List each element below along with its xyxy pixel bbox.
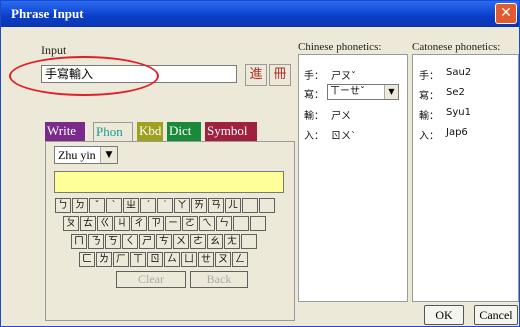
zhuyin-key[interactable]: ㄇ [71,234,87,249]
book-icon: 冊 [273,67,287,82]
yue-phon-1: Sau2 [446,67,472,78]
zhuyin-key[interactable]: ㄞ [191,198,207,213]
cn-char-4: 入： [304,131,324,142]
ok-button[interactable]: OK [424,305,464,325]
tab-write[interactable]: Write [45,122,85,141]
zhuyin-key[interactable]: ㄓ [123,198,139,213]
cn-phon-3: ㄕㄨ [331,111,351,122]
cn-phon-1: ㄕㄡˇ [331,71,356,82]
zhuyin-key[interactable]: ㄒ [130,252,146,267]
zhuyin-key[interactable] [242,198,258,213]
zhuyin-key[interactable]: ㄢ [208,198,224,213]
zhuyin-key[interactable]: ㄆ [63,216,79,231]
cantonese-phonetics-header: Catonese phonetics: [412,41,501,53]
phrase-input-window: Phrase Input ✕ Input 手寫輸入 進 冊 Write Phon… [0,0,520,327]
cn-char-2: 寫： [304,90,324,101]
yue-phon-4: Jap6 [446,127,468,138]
zhuyin-key[interactable]: ㄜ [190,234,206,249]
phon-panel [45,141,295,321]
cancel-button[interactable]: Cancel [474,305,518,325]
chevron-down-icon[interactable]: ▼ [100,147,117,163]
zhuyin-key[interactable]: ㄛ [182,216,198,231]
zhuyin-key[interactable] [233,216,249,231]
dictionary-book-button[interactable]: 冊 [269,64,291,86]
zhuyin-key[interactable]: ㄡ [215,252,231,267]
zhuyin-key[interactable]: ㄧ [165,216,181,231]
yue-phon-2: Se2 [446,87,465,98]
chinese-phonetics-header: Chinese phonetics: [298,41,382,53]
zhuyin-key[interactable]: ㄝ [198,252,214,267]
close-icon: ✕ [500,5,512,21]
phonetic-entry-box[interactable] [54,171,284,193]
zhuyin-key[interactable]: ㄤ [224,234,240,249]
zhuyin-key[interactable]: ㄘ [156,234,172,249]
yue-char-1: 手： [419,71,439,82]
zhuyin-key[interactable]: ˙ [157,198,173,213]
title-bar[interactable]: Phrase Input ✕ [1,1,519,27]
zhuyin-key[interactable]: ㄨ [173,234,189,249]
zhuyin-key[interactable]: ㄠ [207,234,223,249]
zhuyin-key[interactable] [259,198,275,213]
window-title: Phrase Input [11,6,84,21]
yue-char-4: 入： [419,131,439,142]
back-button[interactable]: Back [190,271,248,288]
cn-char-1: 手： [304,71,324,82]
cn-phon-2-select[interactable]: ㄒㄧㄝˇ ▼ [327,84,399,100]
zhuyin-key[interactable] [241,234,257,249]
cn-char-3: 輸： [304,111,324,122]
zhuyin-key[interactable]: ㄣ [216,216,232,231]
cn-phon-2: ㄒㄧㄝˇ [330,86,365,97]
clear-button[interactable]: Clear [116,271,186,288]
zhuyin-key[interactable]: ㄐ [114,216,130,231]
zhuyin-key[interactable]: ㄎ [105,234,121,249]
zhuyin-key[interactable]: ㄙ [164,252,180,267]
zhuyin-key[interactable]: ㄌ [96,252,112,267]
zhuyin-key[interactable]: ㄩ [181,252,197,267]
highlight-circle [9,56,159,96]
zhuyin-key[interactable]: ㄟ [199,216,215,231]
zhuyin-key[interactable] [250,216,266,231]
tab-kbd[interactable]: Kbd [137,122,163,141]
zhuyin-key[interactable]: ㄦ [225,198,241,213]
zhuyin-key[interactable]: ㄖ [147,252,163,267]
enter-icon: 進 [249,67,263,82]
zhuyin-key[interactable]: ㄉ [72,198,88,213]
yue-char-3: 輸： [419,111,439,122]
zhuyin-key[interactable]: ㄚ [174,198,190,213]
cn-phon-4: ㄖㄨˋ [331,131,356,142]
zhuyin-key[interactable]: ㄅ [55,198,71,213]
input-label: Input [41,43,67,57]
zhuyin-key[interactable]: ㄕ [139,234,155,249]
yue-phon-3: Syu1 [446,107,471,118]
zhuyin-key[interactable]: ㄏ [113,252,129,267]
tab-dict[interactable]: Dict [167,122,201,141]
zhuyin-key[interactable]: ㄊ [80,216,96,231]
zhuyin-key[interactable]: ˇ [89,198,105,213]
yue-char-2: 寫： [419,91,439,102]
zhuyin-key[interactable]: ㄑ [122,234,138,249]
zhuyin-key[interactable]: ㄥ [232,252,248,267]
zhuyin-key[interactable]: ㄋ [88,234,104,249]
zhuyin-key[interactable]: ㄈ [79,252,95,267]
zhuyin-key[interactable]: ㄗ [148,216,164,231]
zhuyin-key[interactable]: ㄔ [131,216,147,231]
tab-phon[interactable]: Phon [93,122,133,141]
zhuyin-key[interactable]: ㄍ [97,216,113,231]
chevron-down-icon[interactable]: ▼ [384,85,398,99]
tab-symbol[interactable]: Symbol [205,122,257,141]
phonetic-method-select[interactable]: Zhu yin ▼ [54,146,118,164]
zhuyin-key[interactable]: ˋ [106,198,122,213]
zhuyin-key[interactable]: ˊ [140,198,156,213]
close-button[interactable]: ✕ [495,3,517,24]
phonetic-method-value: Zhu yin [58,148,96,162]
enter-phrase-button[interactable]: 進 [245,64,267,86]
